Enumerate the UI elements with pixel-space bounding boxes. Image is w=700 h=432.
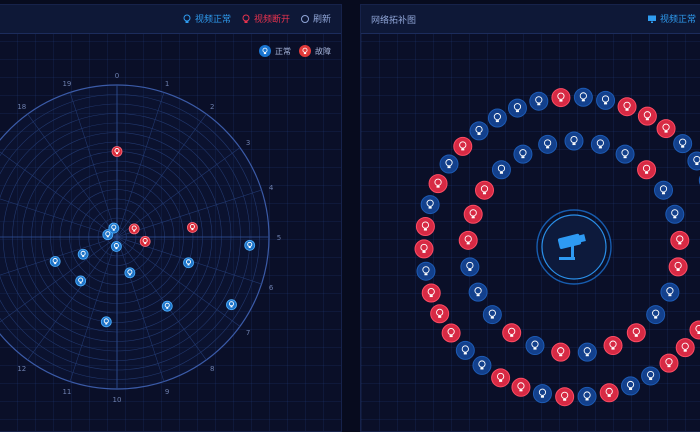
topo-node-outer-normal[interactable]: [621, 376, 641, 396]
topo-node-outer-normal[interactable]: [439, 154, 459, 174]
topo-node-inner-fault[interactable]: [463, 204, 483, 224]
topo-node-outer-fault[interactable]: [675, 338, 695, 358]
radar-angle-label: 4: [269, 184, 274, 192]
radar-angle-label: 10: [113, 396, 122, 404]
topo-node-outer-fault[interactable]: [441, 323, 461, 343]
radar-angle-label: 1: [165, 80, 169, 88]
topo-node-outer-fault[interactable]: [491, 368, 511, 388]
topo-node-outer-normal[interactable]: [573, 87, 593, 107]
topo-node-outer-fault[interactable]: [414, 239, 434, 259]
topo-node-outer-normal[interactable]: [507, 98, 527, 118]
topo-node-inner-fault[interactable]: [603, 336, 623, 356]
topo-node-outer-fault[interactable]: [656, 119, 676, 139]
radar-node-fault[interactable]: [187, 222, 198, 233]
topo-node-outer-normal[interactable]: [529, 91, 549, 111]
topo-node-inner-normal[interactable]: [491, 160, 511, 180]
topo-node-inner-normal[interactable]: [665, 204, 685, 224]
topology-panel: 网络拓补图 视频正常: [360, 4, 700, 432]
radar-node-normal[interactable]: [124, 267, 136, 279]
topo-node-outer-normal[interactable]: [687, 151, 700, 171]
topo-node-inner-normal[interactable]: [646, 305, 666, 325]
topo-node-outer-normal[interactable]: [416, 261, 436, 281]
radar-chart: 012345678910111213141516171819: [0, 72, 281, 404]
topo-node-outer-fault[interactable]: [428, 174, 448, 194]
radar-angle-label: 0: [115, 72, 119, 80]
center-camera-node[interactable]: [536, 209, 612, 285]
radar-angle-label: 3: [246, 139, 250, 147]
radar-grid: 012345678910111213141516171819: [0, 72, 281, 404]
topo-node-outer-fault[interactable]: [689, 320, 700, 340]
topo-node-outer-normal[interactable]: [641, 366, 661, 386]
topo-node-inner-normal[interactable]: [577, 342, 597, 362]
topo-node-inner-normal[interactable]: [615, 144, 635, 164]
topo-node-inner-normal[interactable]: [590, 134, 610, 154]
topo-node-outer-normal[interactable]: [673, 134, 693, 154]
radar-node-normal[interactable]: [161, 300, 173, 312]
topo-node-inner-fault[interactable]: [637, 160, 657, 180]
radar-node-normal[interactable]: [108, 222, 120, 234]
radar-angle-label: 19: [62, 80, 71, 88]
radar-panel: 视频正常 视频断开 刷新 正常 故障 0 1 2 3 4 5 6 7 8 9 10 11 12: [0, 4, 342, 432]
topo-node-inner-normal[interactable]: [660, 282, 680, 302]
topo-node-outer-fault[interactable]: [617, 97, 637, 117]
topo-node-inner-fault[interactable]: [551, 342, 571, 362]
topo-node-inner-normal[interactable]: [564, 131, 584, 151]
radar-node-fault[interactable]: [128, 223, 140, 235]
topo-node-inner-fault[interactable]: [458, 230, 478, 250]
radar-node-normal[interactable]: [244, 239, 256, 251]
radar-node-normal[interactable]: [49, 256, 61, 267]
radar-angle-label: 12: [17, 365, 26, 373]
topo-node-inner-normal[interactable]: [513, 144, 533, 164]
topo-node-inner-normal[interactable]: [460, 257, 480, 277]
radar-node-normal[interactable]: [75, 275, 87, 287]
radar-node-fault[interactable]: [139, 236, 151, 247]
topo-node-outer-normal[interactable]: [532, 384, 552, 404]
topo-node-outer-fault[interactable]: [430, 304, 450, 324]
radar-angle-label: 18: [17, 103, 26, 111]
topo-node-outer-fault[interactable]: [415, 216, 435, 236]
radar-node-normal[interactable]: [183, 257, 194, 269]
topo-node-outer-normal[interactable]: [472, 355, 492, 375]
topo-node-outer-normal[interactable]: [487, 108, 507, 128]
radar-angle-label: 9: [165, 388, 169, 396]
radar-node-normal[interactable]: [100, 316, 112, 328]
radar-node-normal[interactable]: [111, 241, 122, 252]
topo-node-outer-fault[interactable]: [599, 383, 619, 403]
topo-node-inner-fault[interactable]: [668, 257, 688, 277]
topo-node-inner-normal[interactable]: [653, 180, 673, 200]
topo-node-outer-fault[interactable]: [637, 106, 657, 126]
topo-node-inner-normal[interactable]: [482, 305, 502, 325]
topo-node-inner-fault[interactable]: [670, 230, 690, 250]
topo-node-outer-normal[interactable]: [596, 90, 616, 110]
topo-node-outer-fault[interactable]: [659, 353, 679, 373]
radar-angle-label: 5: [277, 234, 281, 242]
topo-node-inner-fault[interactable]: [626, 323, 646, 343]
topo-node-outer-fault[interactable]: [551, 88, 571, 108]
topo-node-outer-normal[interactable]: [455, 340, 475, 360]
topo-node-outer-fault[interactable]: [453, 136, 473, 156]
topo-node-inner-fault[interactable]: [475, 180, 495, 200]
topo-node-inner-normal[interactable]: [468, 282, 488, 302]
topo-node-outer-normal[interactable]: [577, 386, 597, 406]
topo-node-inner-normal[interactable]: [538, 134, 558, 154]
topology-graph: [414, 87, 700, 407]
topo-node-outer-normal[interactable]: [469, 121, 489, 141]
radar-node-normal[interactable]: [77, 248, 89, 260]
topo-node-outer-fault[interactable]: [421, 283, 441, 303]
topo-node-outer-fault[interactable]: [555, 387, 575, 407]
topo-node-inner-fault[interactable]: [502, 323, 522, 343]
radar-angle-label: 2: [210, 103, 214, 111]
radar-node-normal[interactable]: [226, 299, 237, 311]
topo-node-inner-normal[interactable]: [525, 336, 545, 356]
radar-angle-label: 8: [210, 365, 214, 373]
radar-angle-label: 6: [269, 284, 274, 292]
topo-node-outer-normal[interactable]: [420, 195, 440, 215]
radar-angle-label: 7: [246, 329, 250, 337]
topo-node-outer-fault[interactable]: [511, 377, 531, 397]
radar-node-fault[interactable]: [111, 146, 123, 157]
radar-angle-label: 11: [62, 388, 71, 396]
